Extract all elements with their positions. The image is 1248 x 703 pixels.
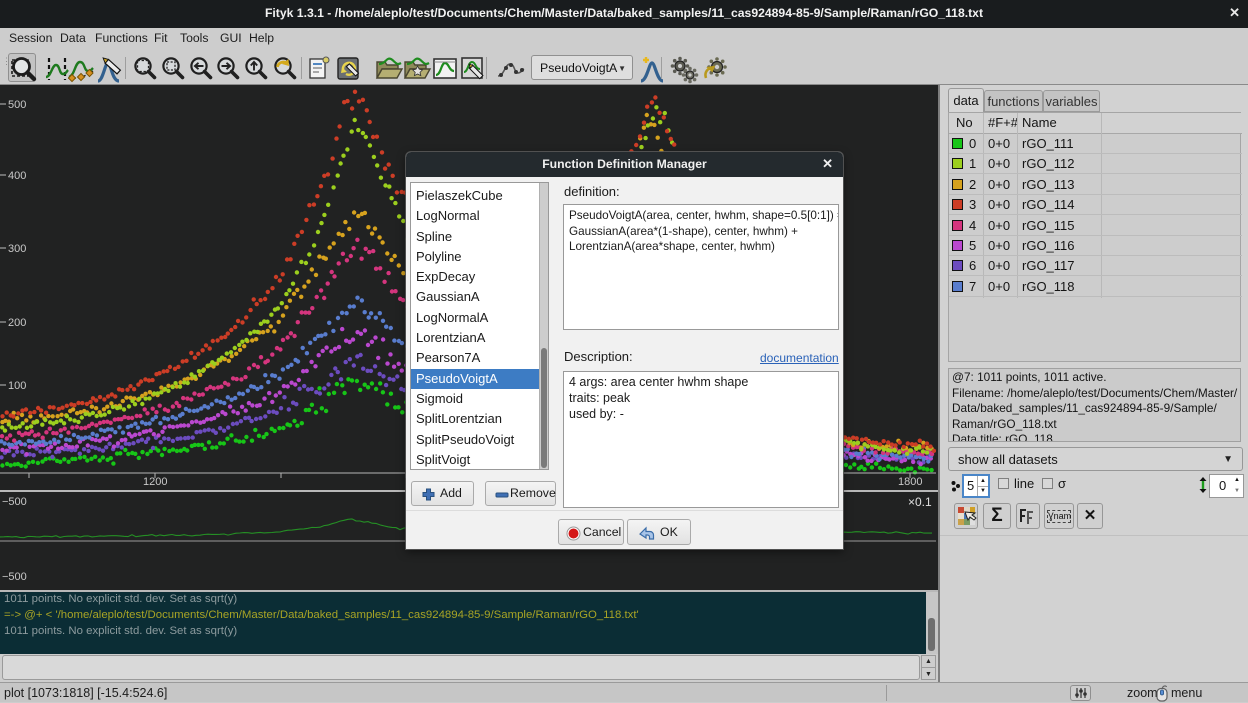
svg-text:200: 200 xyxy=(8,317,26,329)
svg-text:300: 300 xyxy=(8,243,26,255)
svg-text:−500: −500 xyxy=(2,496,27,508)
svg-text:400: 400 xyxy=(8,170,26,182)
svg-text:−500: −500 xyxy=(2,571,27,583)
svg-text:×0.1: ×0.1 xyxy=(908,495,932,509)
svg-text:500: 500 xyxy=(8,99,26,111)
svg-text:1200: 1200 xyxy=(143,476,167,488)
svg-text:100: 100 xyxy=(8,380,26,392)
svg-text:1800: 1800 xyxy=(898,476,922,488)
